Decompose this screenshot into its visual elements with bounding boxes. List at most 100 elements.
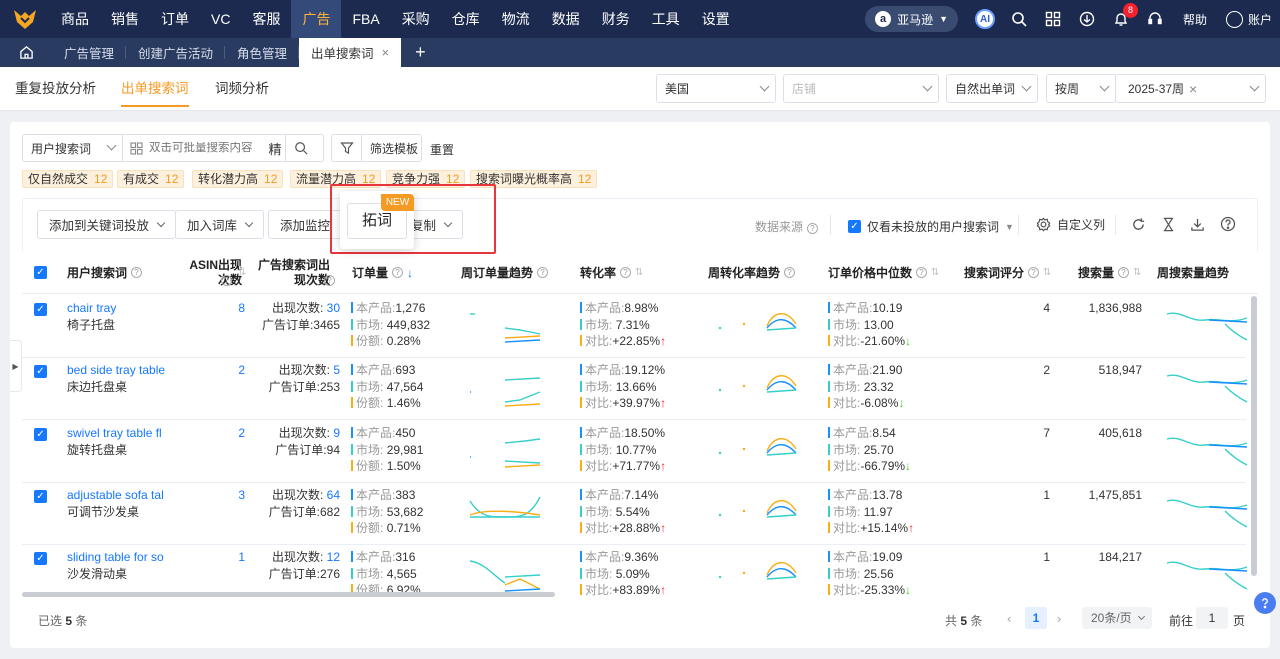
page-number[interactable]: 1 (1025, 607, 1047, 629)
col-order-qty[interactable]: 订单量? ↓ (352, 251, 413, 294)
col-conversion-rate[interactable]: 转化率? ⇅ (580, 251, 643, 294)
reset-button[interactable]: 重置 (430, 141, 454, 158)
search-button[interactable] (285, 135, 315, 161)
col-term-score[interactable]: 搜索词评分? ⇅ (964, 251, 1051, 294)
apps-grid-icon[interactable] (1036, 0, 1070, 38)
help-icon[interactable]: ? (221, 275, 232, 286)
nav-item-sales[interactable]: 销售 (100, 0, 150, 38)
add-to-library-button[interactable]: 加入词库 (175, 210, 265, 239)
sort-desc-icon[interactable]: ↓ (407, 266, 413, 280)
custom-columns-button[interactable]: 自定义列 (1036, 216, 1105, 233)
help-icon[interactable]: ? (1118, 267, 1130, 278)
page-size-select[interactable]: 20条/页 (1082, 607, 1152, 629)
chip-organic-only[interactable]: 仅自然成交 12 (22, 170, 114, 188)
notification-bell-icon[interactable]: 8 (1104, 0, 1138, 38)
nav-item-service[interactable]: 客服 (241, 0, 291, 38)
tab-ad-management[interactable]: 广告管理 (52, 38, 127, 67)
period-value-select[interactable]: 2025-37周 × (1115, 74, 1266, 103)
exact-toggle[interactable]: 精 (265, 139, 285, 158)
only-unplaced-checkbox[interactable]: ✓ 仅看未投放的用户搜索词 ▼ (848, 218, 1014, 235)
nav-item-logistics[interactable]: 物流 (491, 0, 541, 38)
subtab-order-search-terms[interactable]: 出单搜索词 (121, 67, 189, 111)
headset-icon[interactable] (1138, 0, 1172, 38)
sidebar-expand-handle[interactable]: ▶ (10, 340, 22, 392)
help-icon[interactable]: ? (324, 275, 335, 286)
country-select[interactable]: 美国 (656, 74, 776, 103)
download-circle-icon[interactable] (1070, 0, 1104, 38)
horizontal-scrollbar[interactable] (22, 592, 555, 597)
refresh-icon[interactable] (1131, 217, 1146, 235)
nav-item-orders[interactable]: 订单 (150, 0, 200, 38)
help-icon[interactable]: ? (784, 267, 796, 278)
next-page-icon[interactable]: › (1057, 611, 1061, 626)
account-menu[interactable]: 账户 (1218, 0, 1280, 38)
batch-grid-icon[interactable] (130, 141, 143, 155)
nav-item-finance[interactable]: 财务 (591, 0, 641, 38)
help-circle-icon[interactable] (1220, 216, 1236, 235)
amazon-icon: a (875, 11, 892, 27)
help-icon[interactable]: ? (620, 267, 632, 278)
logo-icon[interactable] (0, 0, 50, 38)
sort-icon[interactable]: ⇅ (1133, 267, 1141, 278)
tab-role-management[interactable]: 角色管理 (225, 38, 300, 67)
nav-item-ads[interactable]: 广告 (291, 0, 342, 38)
nav-item-fba[interactable]: FBA (341, 0, 390, 38)
help-link[interactable]: 帮助 (1172, 0, 1218, 38)
add-tab-icon[interactable]: + (415, 42, 426, 63)
chip-has-orders[interactable]: 有成交 12 (117, 170, 185, 188)
page-tab-bar: 广告管理 创建广告活动 角色管理 出单搜索词 × + (0, 38, 1280, 67)
select-all-checkbox[interactable]: ✓ (34, 251, 47, 294)
clear-icon[interactable]: × (1189, 81, 1197, 97)
subtab-repeat-analysis[interactable]: 重复投放分析 (15, 67, 96, 111)
term-type-select[interactable]: 自然出单词 (946, 74, 1038, 103)
help-icon[interactable]: ? (392, 267, 404, 278)
floating-help-button[interactable] (1254, 592, 1276, 614)
sort-icon[interactable]: ⇅ (1043, 267, 1051, 278)
nav-item-settings[interactable]: 设置 (691, 0, 741, 38)
col-search-volume[interactable]: 搜索量? ⇅ (1078, 251, 1141, 294)
new-badge: NEW (381, 194, 414, 211)
tab-create-campaign[interactable]: 创建广告活动 (126, 38, 226, 67)
subtab-word-frequency[interactable]: 词频分析 (215, 67, 269, 111)
nav-item-purchase[interactable]: 采购 (391, 0, 441, 38)
search-input[interactable] (149, 142, 265, 154)
vertical-scrollbar[interactable] (1251, 296, 1257, 576)
nav-item-data[interactable]: 数据 (541, 0, 591, 38)
help-icon[interactable]: ? (916, 267, 928, 278)
close-icon[interactable]: × (382, 45, 390, 60)
add-to-keyword-button[interactable]: 添加到关键词投放 (37, 210, 177, 239)
nav-item-tools[interactable]: 工具 (641, 0, 691, 38)
col-ad-term-count[interactable]: 广告搜索词出现次数 (258, 251, 330, 294)
col-label: 订单价格中位数 (828, 266, 913, 280)
ai-button[interactable]: AI (968, 0, 1002, 38)
sort-icon[interactable]: ⇅ (238, 267, 246, 278)
caret-down-icon: ▼ (939, 14, 948, 24)
prev-page-icon[interactable]: ‹ (1007, 611, 1011, 626)
home-icon[interactable] (0, 38, 52, 67)
filter-template-button[interactable]: 筛选模板 (331, 134, 422, 162)
sort-icon[interactable]: ⇅ (931, 267, 939, 278)
col-asin-count[interactable]: ASIN出现次数 (172, 251, 242, 294)
marketplace-select[interactable]: a 亚马逊 ▼ (865, 6, 958, 32)
table-footer: 已选 5 条 共 5 条 ‹ 1 › 20条/页 前往 1 页 (22, 604, 1258, 634)
nav-item-products[interactable]: 商品 (50, 0, 100, 38)
search-icon[interactable] (1002, 0, 1036, 38)
nav-item-vc[interactable]: VC (200, 0, 241, 38)
help-icon[interactable]: ? (537, 267, 549, 278)
help-icon[interactable]: ? (807, 223, 819, 234)
search-field-select[interactable]: 用户搜索词 (23, 135, 123, 161)
store-select[interactable]: 店铺 (783, 74, 939, 103)
period-type-select[interactable]: 按周 (1046, 74, 1116, 103)
col-label: 周转化率趋势 (708, 266, 781, 280)
table-header: ✓ 用户搜索词? ASIN出现次数 ⇅ ? 广告搜索词出现次数 ? 订单量? ↓ … (22, 251, 1258, 294)
help-icon[interactable]: ? (131, 267, 143, 278)
chip-conversion-potential[interactable]: 转化潜力高 12 (192, 170, 284, 188)
help-icon[interactable]: ? (1028, 267, 1040, 278)
tab-search-terms[interactable]: 出单搜索词 × (299, 38, 402, 67)
goto-page-input[interactable]: 1 (1196, 607, 1228, 629)
sort-icon[interactable]: ⇅ (635, 267, 643, 278)
hourglass-icon[interactable] (1161, 217, 1176, 235)
nav-item-warehouse[interactable]: 仓库 (441, 0, 491, 38)
col-median-price[interactable]: 订单价格中位数? ⇅ (828, 251, 939, 294)
download-icon[interactable] (1190, 217, 1205, 235)
